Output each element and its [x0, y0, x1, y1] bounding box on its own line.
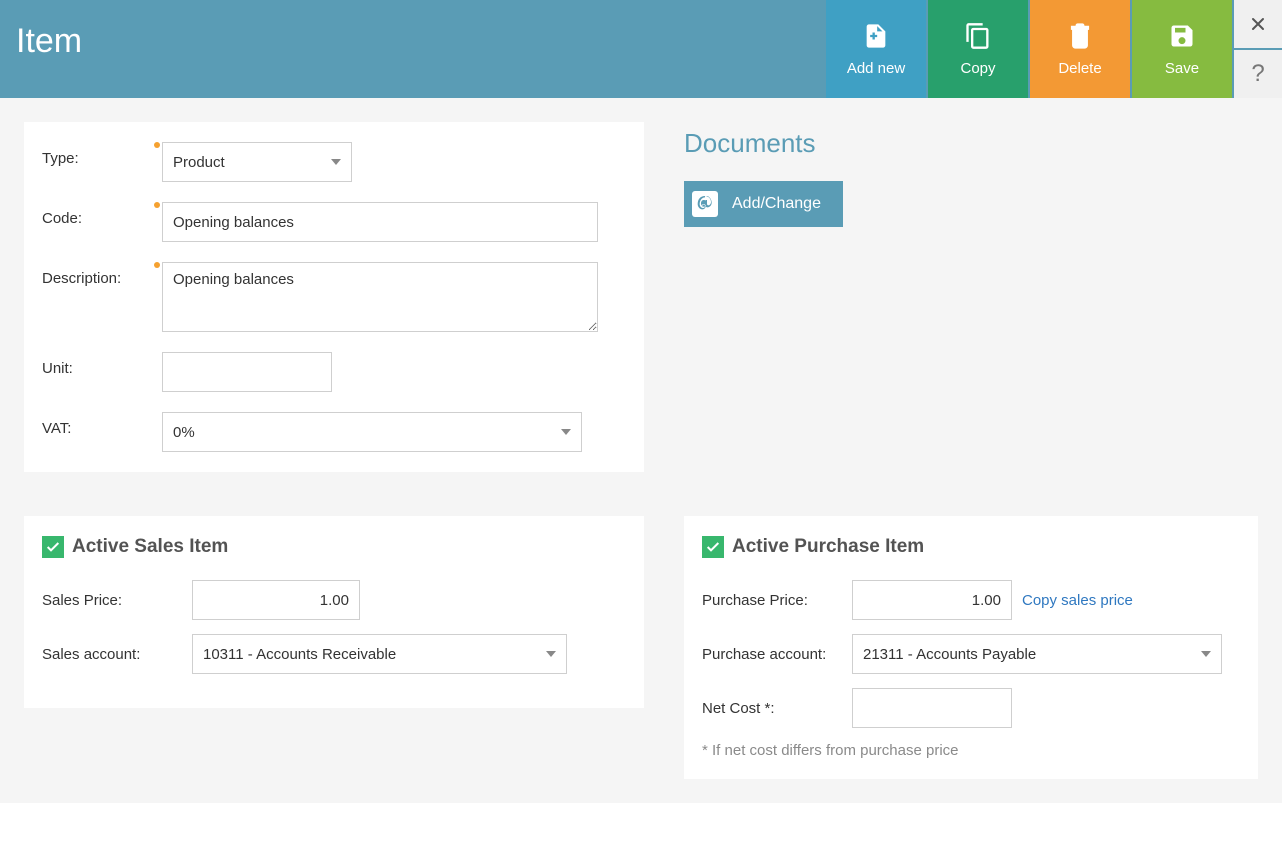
file-plus-icon [862, 22, 890, 50]
chevron-down-icon [561, 429, 571, 435]
item-details-panel: Type: Product Code: Description: Opening… [24, 122, 644, 472]
vat-select[interactable]: 0% [162, 412, 582, 452]
unit-input[interactable] [162, 352, 332, 392]
sales-price-input[interactable] [192, 580, 360, 620]
purchase-account-select[interactable]: 21311 - Accounts Payable [852, 634, 1222, 674]
close-button[interactable] [1234, 0, 1282, 48]
copy-sales-price-link[interactable]: Copy sales price [1022, 592, 1133, 609]
description-label: Description: [42, 262, 162, 287]
net-cost-label: Net Cost *: [702, 700, 852, 717]
purchase-panel: Active Purchase Item Purchase Price: Cop… [684, 516, 1258, 779]
net-cost-input[interactable] [852, 688, 1012, 728]
unit-label: Unit: [42, 352, 162, 377]
check-icon [45, 539, 61, 555]
save-button[interactable]: Save [1132, 0, 1232, 98]
type-select[interactable]: Product [162, 142, 352, 182]
trash-icon [1066, 22, 1094, 50]
help-button[interactable]: ? [1234, 50, 1282, 98]
chevron-down-icon [1201, 651, 1211, 657]
documents-heading: Documents [684, 128, 1258, 159]
chevron-down-icon [546, 651, 556, 657]
active-sales-checkbox[interactable] [42, 536, 64, 558]
corner-controls: ? [1234, 0, 1282, 98]
purchase-account-label: Purchase account: [702, 646, 852, 663]
active-purchase-checkbox[interactable] [702, 536, 724, 558]
sales-panel: Active Sales Item Sales Price: Sales acc… [24, 516, 644, 708]
purchase-price-label: Purchase Price: [702, 592, 852, 609]
code-input[interactable] [162, 202, 598, 242]
description-textarea[interactable]: Opening balances [162, 262, 598, 332]
sales-account-label: Sales account: [42, 646, 192, 663]
purchase-heading: Active Purchase Item [732, 536, 924, 558]
content-area: Type: Product Code: Description: Opening… [0, 98, 1282, 803]
sales-price-label: Sales Price: [42, 592, 192, 609]
purchase-price-input[interactable] [852, 580, 1012, 620]
delete-button[interactable]: Delete [1030, 0, 1130, 98]
documents-add-change-button[interactable]: Add/Change [684, 181, 843, 227]
check-icon [705, 539, 721, 555]
page-title: Item [0, 0, 98, 98]
code-label: Code: [42, 202, 162, 227]
page-header: Item Add new Copy Delete Save ? [0, 0, 1282, 98]
documents-panel: Documents Add/Change [684, 122, 1258, 227]
sales-account-select[interactable]: 10311 - Accounts Receivable [192, 634, 567, 674]
vat-label: VAT: [42, 412, 162, 437]
add-new-button[interactable]: Add new [826, 0, 926, 98]
net-cost-hint: * If net cost differs from purchase pric… [702, 742, 1240, 759]
chevron-down-icon [331, 159, 341, 165]
type-label: Type: [42, 142, 162, 167]
sales-heading: Active Sales Item [72, 536, 228, 558]
header-actions: Add new Copy Delete Save ? [824, 0, 1282, 98]
copy-button[interactable]: Copy [928, 0, 1028, 98]
close-icon [1248, 14, 1268, 34]
pdf-icon [692, 191, 718, 217]
copy-icon [964, 22, 992, 50]
save-icon [1168, 22, 1196, 50]
